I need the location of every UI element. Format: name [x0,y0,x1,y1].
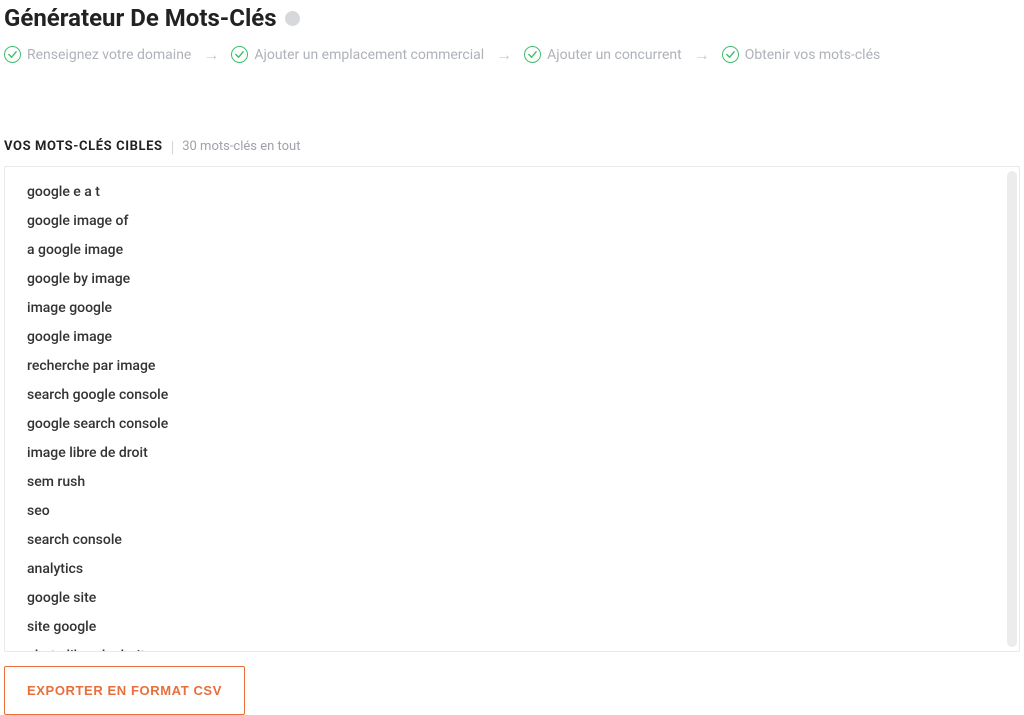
keyword-item[interactable]: seo [27,496,997,525]
step-keywords[interactable]: Obtenir vos mots-clés [722,46,881,63]
steps-breadcrumb: Renseignez votre domaine → Ajouter un em… [4,46,1020,95]
scrollbar[interactable] [1007,171,1017,647]
arrow-icon: → [496,47,512,63]
check-icon [231,46,248,63]
keyword-item[interactable]: google by image [27,264,997,293]
keyword-item[interactable]: sem rush [27,467,997,496]
export-csv-button[interactable]: EXPORTER EN FORMAT CSV [4,666,245,715]
info-icon[interactable] [285,11,300,26]
step-label: Renseignez votre domaine [27,47,191,63]
keywords-panel: google e a tgoogle image ofa google imag… [4,166,1020,652]
keyword-item[interactable]: google site [27,583,997,612]
check-icon [524,46,541,63]
keyword-item[interactable]: analytics [27,554,997,583]
keywords-count: 30 mots-clés en tout [182,139,300,154]
keyword-item[interactable]: search google console [27,380,997,409]
keywords-list[interactable]: google e a tgoogle image ofa google imag… [5,167,1019,651]
keyword-item[interactable]: search console [27,525,997,554]
keyword-item[interactable]: google search console [27,409,997,438]
keyword-item[interactable]: a google image [27,235,997,264]
section-title: VOS MOTS-CLÉS CIBLES [4,139,163,154]
keyword-item[interactable]: photo libre de droit [27,641,997,651]
vertical-divider: | [171,137,175,156]
step-domain[interactable]: Renseignez votre domaine [4,46,191,63]
arrow-icon: → [694,47,710,63]
keyword-item[interactable]: image libre de droit [27,438,997,467]
keyword-item[interactable]: site google [27,612,997,641]
step-label: Obtenir vos mots-clés [745,47,881,63]
step-label: Ajouter un concurrent [547,47,682,63]
section-header: VOS MOTS-CLÉS CIBLES | 30 mots-clés en t… [4,95,1020,166]
step-competitor[interactable]: Ajouter un concurrent [524,46,682,63]
keyword-item[interactable]: google image of [27,206,997,235]
keyword-item[interactable]: recherche par image [27,351,997,380]
keyword-item[interactable]: google image [27,322,997,351]
check-icon [4,46,21,63]
step-label: Ajouter un emplacement commercial [254,47,484,63]
arrow-icon: → [203,47,219,63]
step-location[interactable]: Ajouter un emplacement commercial [231,46,484,63]
page-title-text: Générateur De Mots-Clés [4,4,277,32]
keyword-item[interactable]: image google [27,293,997,322]
page-title: Générateur De Mots-Clés [4,0,1020,46]
keyword-item[interactable]: google e a t [27,177,997,206]
check-icon [722,46,739,63]
